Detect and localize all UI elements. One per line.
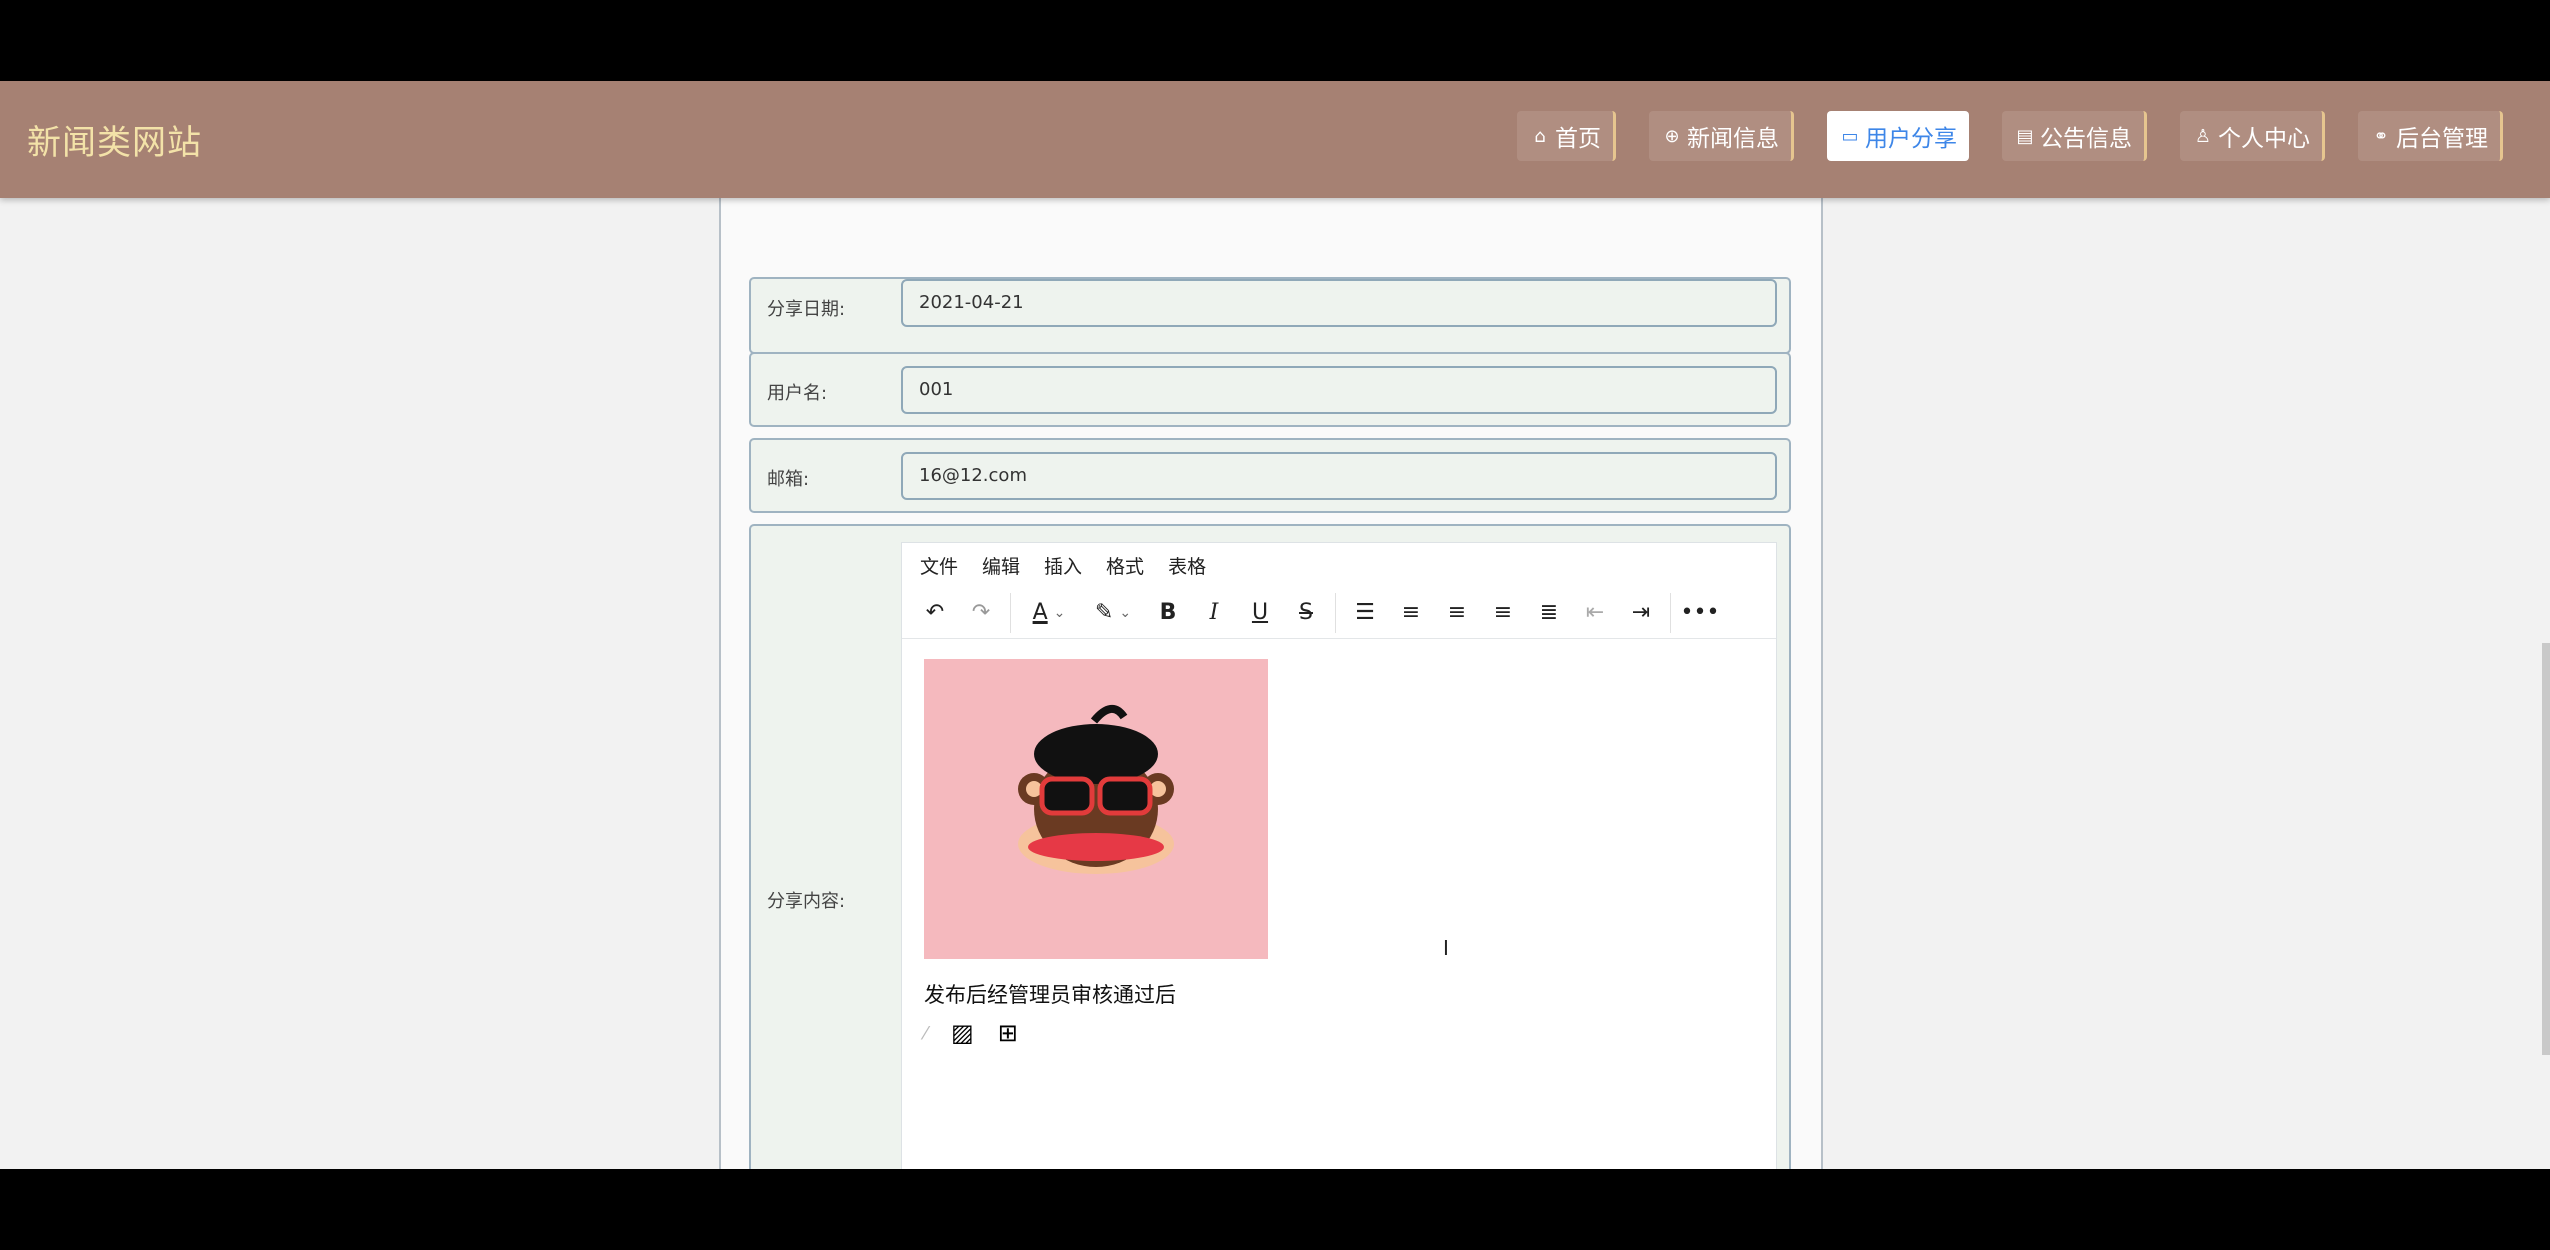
highlight-color-icon[interactable]: ✎ ⌄ [1081, 593, 1145, 633]
share-doc-icon: ▭ [1841, 125, 1859, 147]
content-label: 分享内容: [767, 891, 846, 912]
align-right-icon[interactable]: ≡ [1480, 593, 1526, 633]
nav-notice-label: 公告信息 [2040, 126, 2132, 152]
nav-home[interactable]: ⌂ 首页 [1517, 111, 1616, 161]
rich-text-editor[interactable]: 文件 编辑 插入 格式 表格 ↶ ↷ A ⌄ ✎ ⌄ B I U S ☰ ≡ ≡… [901, 542, 1777, 1169]
share-date-label: 分享日期: [767, 299, 846, 320]
share-date-input[interactable]: 2021-04-21 [901, 279, 1777, 327]
share-form-card: 分享日期: 2021-04-21 用户名: 001 邮箱: 16@12.com … [719, 197, 1823, 1169]
toolbar-divider [1670, 592, 1671, 633]
monkey-face-image [924, 659, 1268, 959]
toolbar-divider [1010, 592, 1011, 633]
menu-format[interactable]: 格式 [1106, 552, 1144, 579]
more-icon[interactable]: ••• [1677, 593, 1723, 633]
link-icon: ⚭ [2373, 125, 2389, 147]
indent-icon[interactable]: ⇥ [1618, 593, 1664, 633]
table-icon[interactable]: ⊞ [998, 1019, 1018, 1047]
content-text: 发布后经管理员审核通过后 [924, 983, 1176, 1007]
line-height-icon[interactable]: ☰ [1342, 593, 1388, 633]
content-row: 分享内容: 文件 编辑 插入 格式 表格 ↶ ↷ A ⌄ ✎ ⌄ B I U S… [749, 524, 1791, 1169]
notice-icon: ▤ [2016, 125, 2034, 147]
redo-icon[interactable]: ↷ [958, 593, 1004, 633]
nav-news[interactable]: ⊕ 新闻信息 [1649, 111, 1794, 161]
nav-personal-center[interactable]: ♙ 个人中心 [2180, 111, 2325, 161]
nav-personal-center-label: 个人中心 [2218, 126, 2310, 152]
quick-insert-toolbar: ⁄ ▨ ⊞ [924, 1019, 1018, 1047]
align-justify-icon[interactable]: ≣ [1526, 593, 1572, 633]
text-cursor-marker: ⁄ [924, 1022, 928, 1044]
text-color-icon[interactable]: A ⌄ [1017, 593, 1081, 633]
email-label: 邮箱: [767, 469, 810, 490]
align-center-icon[interactable]: ≡ [1434, 593, 1480, 633]
nav-user-share[interactable]: ▭ 用户分享 [1827, 111, 1969, 161]
toolbar-divider [1335, 592, 1336, 633]
username-row: 用户名: 001 [749, 352, 1791, 427]
editor-menubar: 文件 编辑 插入 格式 表格 [902, 543, 1776, 587]
home-icon: ⌂ [1534, 125, 1546, 147]
email-row: 邮箱: 16@12.com [749, 438, 1791, 513]
nav-user-share-label: 用户分享 [1865, 126, 1957, 152]
image-icon[interactable]: ▨ [951, 1019, 974, 1047]
nav-news-label: 新闻信息 [1687, 126, 1779, 152]
top-header: 新闻类网站 ⌂ 首页 ⊕ 新闻信息 ▭ 用户分享 ▤ 公告信息 ♙ 个人中心 ⚭… [0, 81, 2550, 198]
strikethrough-icon[interactable]: S [1283, 593, 1329, 633]
underline-icon[interactable]: U [1237, 593, 1283, 633]
username-label: 用户名: [767, 383, 828, 404]
browser-viewport: 新闻类网站 ⌂ 首页 ⊕ 新闻信息 ▭ 用户分享 ▤ 公告信息 ♙ 个人中心 ⚭… [0, 81, 2550, 1169]
align-left-icon[interactable]: ≡ [1388, 593, 1434, 633]
editor-content[interactable]: 发布后经管理员审核通过后 ⁄ ▨ ⊞ 5字 [902, 639, 1776, 1169]
username-input[interactable]: 001 [901, 366, 1777, 414]
italic-icon[interactable]: I [1191, 593, 1237, 633]
main-nav: ⌂ 首页 ⊕ 新闻信息 ▭ 用户分享 ▤ 公告信息 ♙ 个人中心 ⚭ 后台管理 [1517, 111, 2503, 161]
outdent-icon[interactable]: ⇤ [1572, 593, 1618, 633]
menu-insert[interactable]: 插入 [1044, 552, 1082, 579]
email-input[interactable]: 16@12.com [901, 452, 1777, 500]
undo-icon[interactable]: ↶ [912, 593, 958, 633]
globe-icon: ⊕ [1664, 125, 1680, 147]
editor-toolbar: ↶ ↷ A ⌄ ✎ ⌄ B I U S ☰ ≡ ≡ ≡ ≣ ⇤ ⇥ ••• [902, 587, 1776, 639]
nav-admin[interactable]: ⚭ 后台管理 [2358, 111, 2503, 161]
nav-admin-label: 后台管理 [2396, 126, 2488, 152]
bold-icon[interactable]: B [1145, 593, 1191, 633]
nav-home-label: 首页 [1555, 126, 1601, 152]
site-title: 新闻类网站 [27, 123, 202, 163]
share-date-row: 分享日期: 2021-04-21 [749, 277, 1791, 354]
menu-table[interactable]: 表格 [1168, 552, 1206, 579]
menu-edit[interactable]: 编辑 [982, 552, 1020, 579]
nav-notice[interactable]: ▤ 公告信息 [2002, 111, 2147, 161]
text-cursor-icon: I [1443, 936, 1449, 960]
user-icon: ♙ [2194, 125, 2212, 147]
menu-file[interactable]: 文件 [920, 552, 958, 579]
page-scrollbar[interactable] [2542, 643, 2550, 1055]
